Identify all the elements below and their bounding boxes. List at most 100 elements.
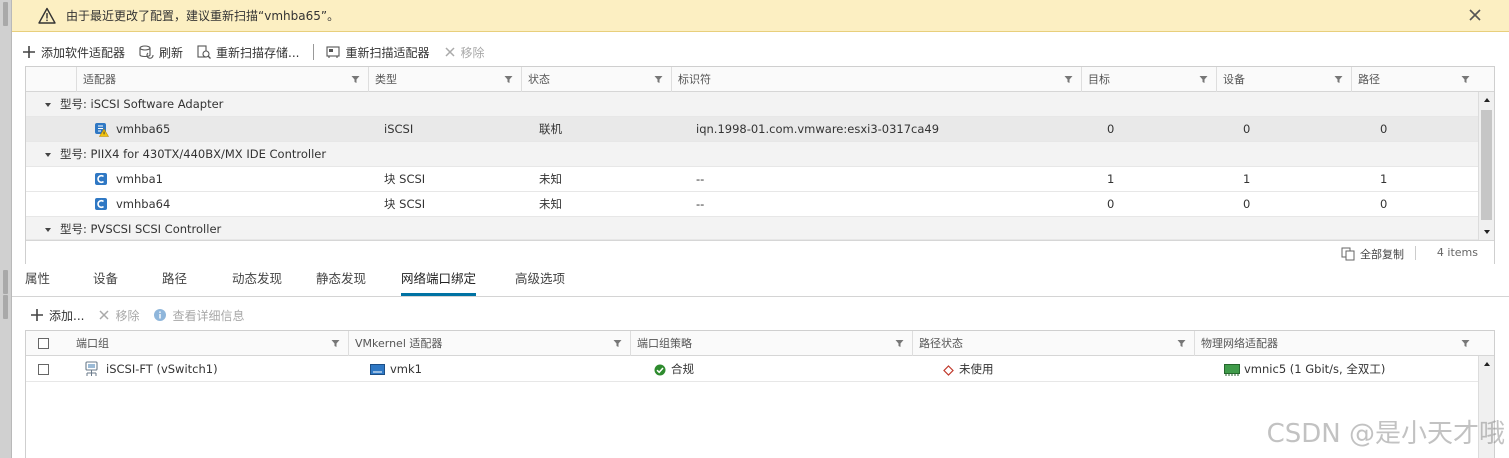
filter-icon[interactable] bbox=[504, 75, 513, 84]
column-header-vmkernel[interactable]: VMkernel 适配器 bbox=[348, 331, 630, 356]
column-label: 端口组 bbox=[76, 337, 109, 350]
scroll-thumb[interactable] bbox=[1481, 110, 1492, 220]
adapter-row-vmhba65[interactable]: vmhba65 iSCSI 联机 iqn.1998-01.com.vmware:… bbox=[26, 117, 1478, 142]
adapter-name: vmhba65 bbox=[116, 122, 171, 136]
item-count: 4 items bbox=[1436, 246, 1478, 259]
rescan-storage-label: 重新扫描存储... bbox=[216, 45, 300, 60]
view-details-button[interactable]: 查看详细信息 bbox=[153, 307, 244, 324]
group-row-pvscsi[interactable]: 型号: PVSCSI SCSI Controller bbox=[26, 217, 1478, 240]
scroll-down-icon[interactable] bbox=[1483, 228, 1491, 236]
adapter-status: 未知 bbox=[539, 172, 562, 186]
collapse-caret-icon[interactable] bbox=[44, 226, 52, 234]
group-row-piix4[interactable]: 型号: PIIX4 for 430TX/440BX/MX IDE Control… bbox=[26, 142, 1478, 167]
filter-icon[interactable] bbox=[1199, 75, 1208, 84]
grid-footer: 全部复制 4 items bbox=[26, 240, 1494, 264]
warning-banner: 由于最近更改了配置，建议重新扫描“vmhba65”。 bbox=[12, 0, 1509, 32]
strip-marker bbox=[3, 295, 8, 319]
tab-static-discovery[interactable]: 静态发现 bbox=[316, 266, 366, 296]
binding-row[interactable]: iSCSI-FT (vSwitch1) vmk1 合规 未使用 vmnic5 (… bbox=[26, 357, 1478, 382]
column-label: 适配器 bbox=[83, 73, 116, 86]
warning-message: 由于最近更改了配置，建议重新扫描“vmhba65”。 bbox=[66, 9, 340, 23]
collapse-caret-icon[interactable] bbox=[44, 101, 52, 109]
filter-icon[interactable] bbox=[1064, 75, 1073, 84]
row-checkbox[interactable] bbox=[38, 364, 49, 375]
adapter-status: 未知 bbox=[539, 197, 562, 211]
rescan-storage-icon bbox=[197, 45, 211, 59]
refresh-button[interactable]: 刷新 bbox=[139, 44, 183, 61]
tab-devices[interactable]: 设备 bbox=[93, 266, 118, 296]
add-software-adapter-label: 添加软件适配器 bbox=[41, 45, 126, 60]
group-row-iscsi[interactable]: 型号: iSCSI Software Adapter bbox=[26, 92, 1478, 117]
compliant-check-icon bbox=[654, 364, 666, 376]
filter-icon[interactable] bbox=[613, 339, 622, 348]
remove-binding-button[interactable]: 移除 bbox=[98, 307, 139, 324]
select-all-checkbox[interactable] bbox=[38, 338, 49, 349]
grid-header: 端口组 VMkernel 适配器 端口组策略 路径状态 物理网络适配器 bbox=[26, 331, 1494, 356]
column-label: 状态 bbox=[528, 73, 550, 86]
tab-label: 属性 bbox=[25, 271, 51, 286]
view-details-label: 查看详细信息 bbox=[172, 308, 245, 323]
binding-toolbar: 添加... 移除 查看详细信息 bbox=[30, 304, 258, 326]
adapter-status: 联机 bbox=[539, 122, 562, 136]
column-header-policy[interactable]: 端口组策略 bbox=[630, 331, 912, 356]
tab-paths[interactable]: 路径 bbox=[162, 266, 187, 296]
column-header-devices[interactable]: 设备 bbox=[1216, 67, 1351, 92]
tab-dynamic-discovery[interactable]: 动态发现 bbox=[232, 266, 282, 296]
details-tabs: 属性 设备 路径 动态发现 静态发现 网络端口绑定 高级选项 bbox=[25, 266, 1495, 296]
filter-icon[interactable] bbox=[331, 339, 340, 348]
strip-marker bbox=[3, 2, 8, 26]
adapters-vertical-scrollbar[interactable] bbox=[1478, 92, 1494, 240]
remove-icon bbox=[444, 47, 455, 57]
column-header-adapter[interactable]: 适配器 bbox=[76, 67, 368, 92]
filter-icon[interactable] bbox=[1334, 75, 1343, 84]
remove-binding-label: 移除 bbox=[115, 308, 140, 323]
tab-label: 动态发现 bbox=[232, 271, 283, 286]
rescan-adapter-button[interactable]: 重新扫描适配器 bbox=[326, 44, 430, 61]
tab-properties[interactable]: 属性 bbox=[25, 266, 50, 296]
adapter-targets: 0 bbox=[1107, 122, 1115, 136]
filter-icon[interactable] bbox=[1461, 75, 1470, 84]
filter-icon[interactable] bbox=[1177, 339, 1186, 348]
column-label: 物理网络适配器 bbox=[1201, 337, 1278, 350]
adapter-row-vmhba64[interactable]: vmhba64 块 SCSI 未知 -- 0 0 0 bbox=[26, 192, 1478, 217]
scroll-up-icon[interactable] bbox=[1483, 96, 1491, 104]
info-icon bbox=[154, 309, 167, 321]
copy-all-button[interactable]: 全部复制 bbox=[1341, 246, 1404, 262]
scroll-up-icon[interactable] bbox=[1483, 360, 1491, 368]
column-header-physical-adapter[interactable]: 物理网络适配器 bbox=[1194, 331, 1478, 356]
filter-icon[interactable] bbox=[654, 75, 663, 84]
tab-advanced-options[interactable]: 高级选项 bbox=[515, 266, 565, 296]
policy-status: 合规 bbox=[671, 362, 694, 376]
column-label: 端口组策略 bbox=[637, 337, 692, 350]
physical-adapter-name: vmnic5 (1 Gbit/s, 全双工) bbox=[1244, 362, 1386, 376]
rescan-storage-button[interactable]: 重新扫描存储... bbox=[197, 44, 299, 61]
plus-icon bbox=[31, 309, 43, 321]
adapter-devices: 0 bbox=[1243, 197, 1251, 211]
remove-adapter-button[interactable]: 移除 bbox=[444, 44, 485, 61]
column-header-port-group[interactable]: 端口组 bbox=[70, 331, 348, 356]
column-header-identifier[interactable]: 标识符 bbox=[671, 67, 1081, 92]
adapter-row-vmhba1[interactable]: vmhba1 块 SCSI 未知 -- 1 1 1 bbox=[26, 167, 1478, 192]
copy-all-label: 全部复制 bbox=[1360, 248, 1404, 261]
column-header-targets[interactable]: 目标 bbox=[1081, 67, 1216, 92]
adapter-identifier: iqn.1998-01.com.vmware:esxi3-0317ca49 bbox=[696, 122, 940, 136]
add-binding-button[interactable]: 添加... bbox=[30, 307, 84, 324]
adapter-paths: 1 bbox=[1380, 172, 1388, 186]
adapter-identifier: -- bbox=[696, 172, 705, 186]
tab-label: 路径 bbox=[162, 271, 188, 286]
tab-network-port-binding[interactable]: 网络端口绑定 bbox=[401, 266, 477, 296]
column-header-path-status[interactable]: 路径状态 bbox=[912, 331, 1194, 356]
filter-icon[interactable] bbox=[895, 339, 904, 348]
close-icon[interactable] bbox=[1467, 7, 1483, 23]
copy-icon bbox=[1341, 247, 1355, 261]
column-header-status[interactable]: 状态 bbox=[521, 67, 671, 92]
collapse-caret-icon[interactable] bbox=[44, 151, 52, 159]
toolbar-divider bbox=[313, 44, 315, 60]
add-software-adapter-button[interactable]: 添加软件适配器 bbox=[22, 44, 125, 61]
column-header-paths[interactable]: 路径 bbox=[1351, 67, 1478, 92]
filter-icon[interactable] bbox=[1461, 339, 1470, 348]
column-header-type[interactable]: 类型 bbox=[368, 67, 521, 92]
adapter-type: 块 SCSI bbox=[384, 172, 426, 186]
adapter-name: vmhba64 bbox=[116, 197, 171, 211]
filter-icon[interactable] bbox=[351, 75, 360, 84]
